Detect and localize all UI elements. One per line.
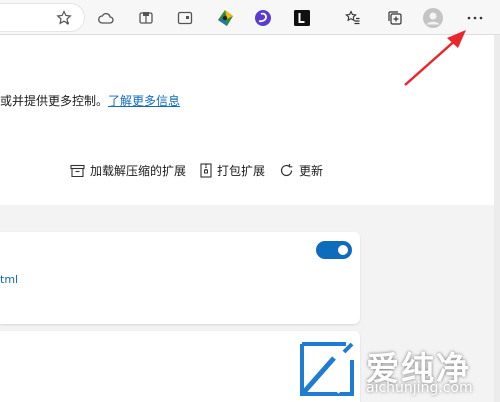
learn-more-link[interactable]: 了解更多信息 (108, 94, 180, 108)
browser-toolbar (0, 0, 500, 35)
extension-enable-toggle[interactable] (316, 241, 352, 259)
pack-extension-label: 打包扩展 (217, 164, 266, 178)
pack-extension-icon (200, 163, 212, 178)
load-unpacked-button[interactable]: 加载解压缩的扩展 (70, 162, 186, 179)
collections-icon[interactable] (384, 7, 406, 29)
update-button[interactable]: 更新 (279, 162, 323, 179)
update-label: 更新 (299, 164, 324, 178)
letter-l-app-icon[interactable] (291, 7, 313, 29)
watermark-logo (300, 342, 354, 396)
intro-sentence: 或并提供更多控制。 (0, 94, 109, 108)
watermark-url: aichunjing.com (366, 380, 473, 396)
cloud-icon[interactable] (95, 7, 117, 29)
favorites-icon[interactable] (342, 7, 364, 29)
load-unpacked-label: 加载解压缩的扩展 (90, 164, 187, 178)
favorite-star-icon[interactable] (53, 7, 75, 29)
toggle-knob (338, 245, 348, 255)
extension-url-link[interactable]: tml (0, 273, 18, 286)
load-unpacked-icon (70, 164, 85, 177)
watermark: 爱纯净 aichunjing.com (298, 340, 498, 400)
extension-actions: 加载解压缩的扩展 打包扩展 更新 (70, 162, 323, 179)
extension-card: tml (0, 232, 360, 324)
paint-icon[interactable] (214, 7, 236, 29)
refresh-icon (280, 164, 293, 177)
pack-extension-button[interactable]: 打包扩展 (200, 162, 265, 179)
intro-text: 或并提供更多控制。了解更多信息 (0, 92, 180, 109)
page-header-area: 或并提供更多控制。了解更多信息 加载解压缩的扩展 打包扩展 更新 (0, 35, 500, 205)
more-icon[interactable] (464, 7, 486, 29)
profile-icon[interactable] (422, 7, 444, 29)
media-icon[interactable] (174, 7, 196, 29)
swirl-app-icon[interactable] (252, 7, 274, 29)
extension-store-icon[interactable] (135, 7, 157, 29)
